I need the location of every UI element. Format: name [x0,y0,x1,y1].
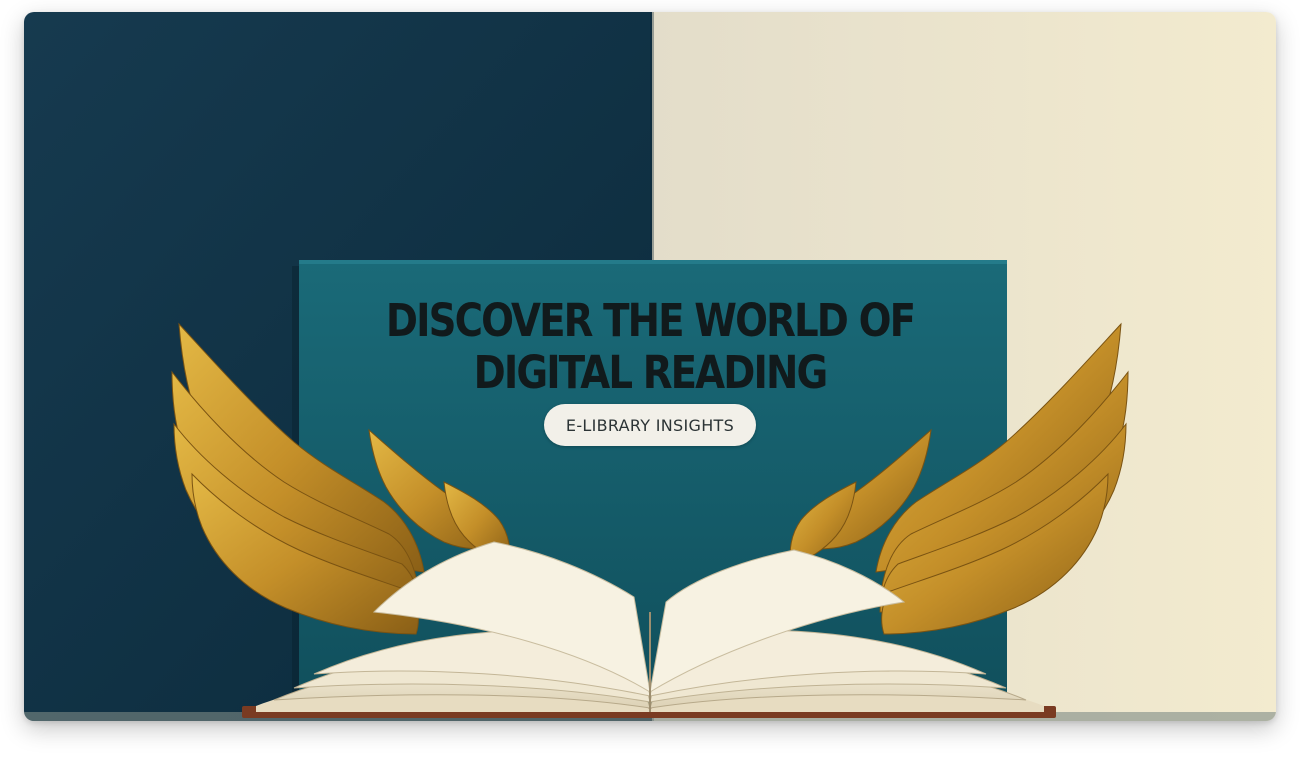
headline-line-2: DIGITAL READING [473,346,829,399]
page-title: DISCOVER THE WORLD OF DIGITAL READING [112,295,1189,399]
headline-line-1: DISCOVER THE WORLD OF [385,294,916,347]
hero-banner: DISCOVER THE WORLD OF DIGITAL READING E-… [24,12,1276,721]
category-badge[interactable]: E-LIBRARY INSIGHTS [544,404,756,446]
